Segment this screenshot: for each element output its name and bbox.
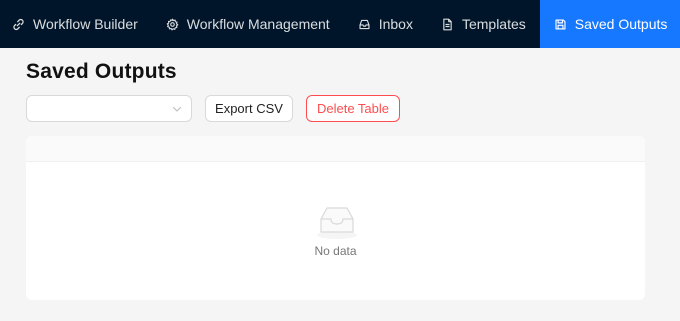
nav-item-workflow-management[interactable]: Workflow Management [152, 0, 344, 48]
outputs-table: No data [26, 136, 645, 300]
table-header [26, 136, 645, 162]
export-csv-button[interactable]: Export CSV [205, 95, 293, 122]
nav-item-label: Templates [461, 16, 526, 32]
table-select[interactable] [26, 95, 192, 122]
nav-item-label: Workflow Management [186, 16, 330, 32]
nav-item-saved-outputs[interactable]: Saved Outputs [539, 0, 680, 48]
nav-item-workflow-builder[interactable]: Workflow Builder [0, 0, 152, 48]
document-icon [441, 18, 454, 31]
nav-item-label: Saved Outputs [574, 16, 668, 32]
empty-text: No data [314, 244, 357, 258]
empty-state: No data [26, 162, 645, 300]
nav-item-templates[interactable]: Templates [427, 0, 540, 48]
nav-item-label: Inbox [378, 16, 413, 32]
nav-item-label: Workflow Builder [33, 16, 138, 32]
save-icon [554, 18, 567, 31]
empty-box-icon [313, 200, 361, 242]
top-navigation: Workflow Builder Workflow Management Inb… [0, 0, 680, 48]
page-title: Saved Outputs [26, 60, 177, 83]
gear-icon [166, 18, 179, 31]
delete-table-button[interactable]: Delete Table [306, 95, 400, 122]
nav-item-inbox[interactable]: Inbox [344, 0, 427, 48]
inbox-icon [358, 18, 371, 31]
link-icon [12, 18, 25, 31]
chevron-down-icon [172, 104, 182, 114]
